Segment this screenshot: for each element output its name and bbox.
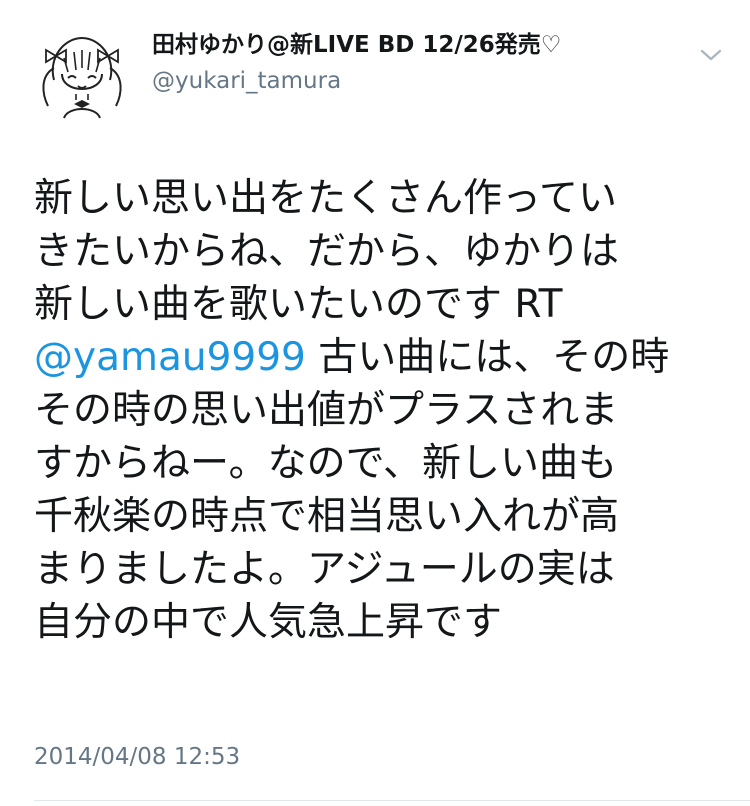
user-handle[interactable]: @yukari_tamura <box>152 66 692 96</box>
tweet-line: その時の思い出値がプラスされま <box>34 388 619 433</box>
avatar[interactable] <box>34 28 130 124</box>
tweet-line: @yamau9999 古い曲には、その時 <box>34 331 724 384</box>
chevron-down-icon <box>700 49 722 61</box>
tweet-timestamp[interactable]: 2014/04/08 12:53 <box>34 742 240 772</box>
divider <box>34 800 750 801</box>
display-name[interactable]: 田村ゆかり@新LIVE BD 12/26発売♡ <box>152 30 692 60</box>
tweet-header: 田村ゆかり@新LIVE BD 12/26発売♡ @yukari_tamura <box>152 30 692 96</box>
tweet-text: 新しい思い出をたくさん作ってい きたいからね、だから、ゆかりは 新しい曲を歌いた… <box>34 172 724 649</box>
tweet-line: 自分の中で人気急上昇です <box>34 600 503 645</box>
tweet-line: すからねー。なので、新しい曲も <box>34 441 618 486</box>
tweet-line: きたいからね、だから、ゆかりは <box>34 229 620 274</box>
tweet-line-text: 古い曲には、その時 <box>305 335 670 380</box>
tweet-line: まりましたよ。アジュールの実は <box>34 547 615 592</box>
mention-link[interactable]: @yamau9999 <box>34 335 306 380</box>
tweet-card: 田村ゆかり@新LIVE BD 12/26発売♡ @yukari_tamura 新… <box>0 0 750 806</box>
anime-girl-sketch-avatar-icon <box>42 36 122 119</box>
tweet-line: 新しい曲を歌いたいのです RT <box>34 282 563 327</box>
tweet-menu-button[interactable] <box>694 40 728 70</box>
tweet-line: 千秋楽の時点で相当思い入れが高 <box>34 494 620 539</box>
tweet-line: 新しい思い出をたくさん作ってい <box>34 176 618 221</box>
